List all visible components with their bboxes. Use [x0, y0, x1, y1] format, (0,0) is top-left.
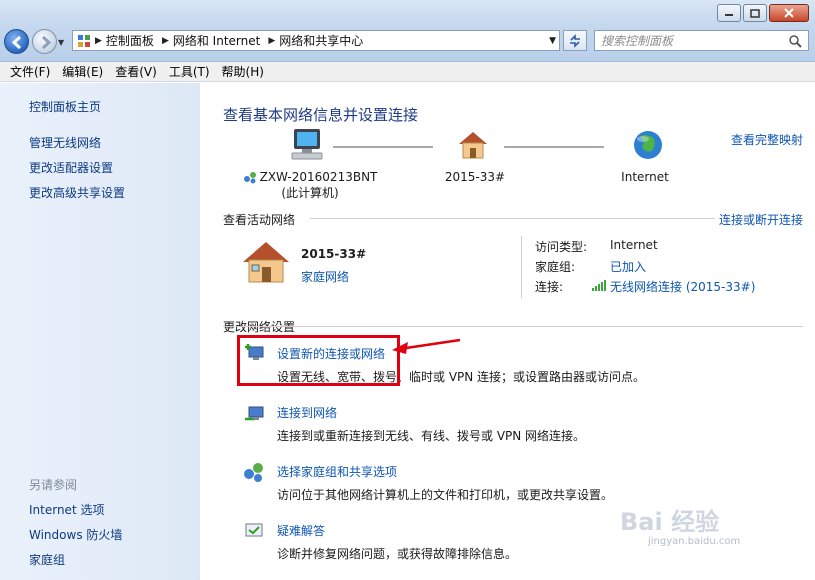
- computer-subtitle: (此计算机): [281, 186, 339, 200]
- home-network-large-icon: [243, 242, 289, 283]
- watermark-logo: Bai 经验: [620, 508, 720, 536]
- home-network-icon: [459, 132, 487, 159]
- homegroup-sharing-link[interactable]: 选择家庭组和共享选项: [277, 463, 397, 480]
- section-divider: [223, 326, 803, 327]
- address-bar[interactable]: ▶ 控制面板 ▶ 网络和 Internet ▶ 网络和共享中心 ▼: [72, 30, 560, 51]
- access-type-value: Internet: [610, 238, 658, 252]
- minimize-button[interactable]: [717, 4, 741, 22]
- menu-bar: 文件(F) 编辑(E) 查看(V) 工具(T) 帮助(H): [0, 62, 815, 82]
- computer-name: ZXW-20160213BNT: [259, 170, 378, 184]
- see-also-internet-options[interactable]: Internet 选项: [29, 501, 104, 518]
- close-button[interactable]: [769, 4, 809, 22]
- breadcrumb-network-internet[interactable]: 网络和 Internet: [173, 32, 260, 49]
- vertical-divider: [521, 236, 522, 298]
- troubleshoot-link[interactable]: 疑难解答: [277, 522, 325, 539]
- back-button[interactable]: [4, 29, 29, 54]
- address-dropdown-icon[interactable]: ▼: [549, 36, 556, 46]
- search-icon[interactable]: [788, 34, 802, 48]
- search-box[interactable]: [594, 30, 809, 51]
- sidebar-link-adapter-settings[interactable]: 更改适配器设置: [29, 159, 113, 176]
- connect-to-network-link[interactable]: 连接到网络: [277, 404, 337, 421]
- breadcrumb-network-sharing-center[interactable]: 网络和共享中心: [279, 32, 363, 49]
- homegroup-joined-link[interactable]: 已加入: [610, 258, 646, 275]
- connect-network-icon: [245, 406, 264, 421]
- node-network[interactable]: 2015-33#: [420, 170, 530, 184]
- see-also-heading: 另请参阅: [29, 478, 78, 492]
- view-full-map-link[interactable]: 查看完整映射: [731, 131, 803, 148]
- refresh-button[interactable]: [563, 30, 587, 51]
- computer-icon: [291, 129, 323, 160]
- homegroup-sharing-desc: 访问位于其他网络计算机上的文件和打印机，或更改共享设置。: [277, 488, 614, 502]
- menu-edit[interactable]: 编辑(E): [56, 63, 109, 80]
- homegroup-label: 家庭组:: [535, 260, 576, 274]
- chevron-right-icon: ▶: [268, 35, 276, 46]
- search-input[interactable]: [601, 33, 781, 48]
- wireless-connection-link[interactable]: 无线网络连接 (2015-33#): [610, 278, 755, 295]
- control-panel-icon: [78, 34, 90, 47]
- menu-view[interactable]: 查看(V): [109, 63, 163, 80]
- connection-line: [333, 146, 433, 148]
- menu-file[interactable]: 文件(F): [4, 63, 56, 80]
- annotation-arrow-icon: [392, 338, 461, 354]
- highlight-box: [237, 335, 400, 386]
- troubleshoot-icon: [245, 523, 263, 537]
- maximize-icon: [750, 8, 760, 18]
- active-network-heading: 查看活动网络: [223, 213, 296, 227]
- refresh-icon: [570, 33, 580, 48]
- left-pane: 控制面板主页 管理无线网络 更改适配器设置 更改高级共享设置 另请参阅 Inte…: [0, 83, 200, 580]
- maximize-button[interactable]: [743, 4, 767, 22]
- node-internet[interactable]: Internet: [600, 170, 690, 184]
- connection-label: 连接:: [535, 280, 564, 294]
- sidebar-link-control-panel-home[interactable]: 控制面板主页: [29, 98, 101, 115]
- connect-disconnect-link[interactable]: 连接或断开连接: [719, 211, 803, 228]
- forward-arrow-icon: [41, 35, 52, 50]
- forward-button[interactable]: [32, 29, 57, 54]
- window-buttons: [717, 4, 809, 22]
- watermark-url: jingyan.baidu.com: [648, 536, 741, 547]
- sidebar-link-manage-wireless[interactable]: 管理无线网络: [29, 134, 101, 151]
- node-this-computer[interactable]: ZXW-20160213BNT (此计算机): [240, 170, 380, 201]
- internet-globe-icon: [634, 131, 662, 159]
- close-icon: [784, 8, 794, 18]
- network-type-link[interactable]: 家庭网络: [301, 268, 349, 285]
- sidebar-link-advanced-sharing[interactable]: 更改高级共享设置: [29, 184, 125, 201]
- troubleshoot-desc: 诊断并修复网络问题，或获得故障排除信息。: [277, 547, 518, 561]
- section-divider: [310, 218, 715, 219]
- see-also-homegroup[interactable]: 家庭组: [29, 551, 65, 568]
- access-type-label: 访问类型:: [535, 240, 588, 254]
- main-content: 查看基本网络信息并设置连接 查看完整映射 ZXW-20160213BNT (此计…: [200, 83, 815, 580]
- chevron-right-icon: ▶: [161, 35, 169, 46]
- see-also-windows-firewall[interactable]: Windows 防火墙: [29, 526, 122, 543]
- network-adapter-icon: [243, 172, 256, 184]
- breadcrumb-control-panel[interactable]: 控制面板: [106, 32, 154, 49]
- menu-help[interactable]: 帮助(H): [216, 63, 270, 80]
- connect-to-network-desc: 连接到或重新连接到无线、有线、拨号或 VPN 网络连接。: [277, 429, 586, 443]
- minimize-icon: [725, 14, 733, 16]
- page-title: 查看基本网络信息并设置连接: [223, 106, 419, 124]
- wifi-signal-icon: [592, 279, 606, 294]
- active-network-name: 2015-33#: [301, 247, 367, 261]
- connection-line: [504, 146, 604, 148]
- back-arrow-icon: [11, 35, 22, 50]
- window-chrome: ▼ ▶ 控制面板 ▶ 网络和 Internet ▶ 网络和共享中心 ▼: [0, 0, 815, 62]
- chevron-right-icon: ▶: [95, 35, 102, 46]
- menu-tools[interactable]: 工具(T): [163, 63, 216, 80]
- history-dropdown-icon[interactable]: ▼: [58, 38, 64, 47]
- homegroup-sharing-icon: [244, 463, 263, 482]
